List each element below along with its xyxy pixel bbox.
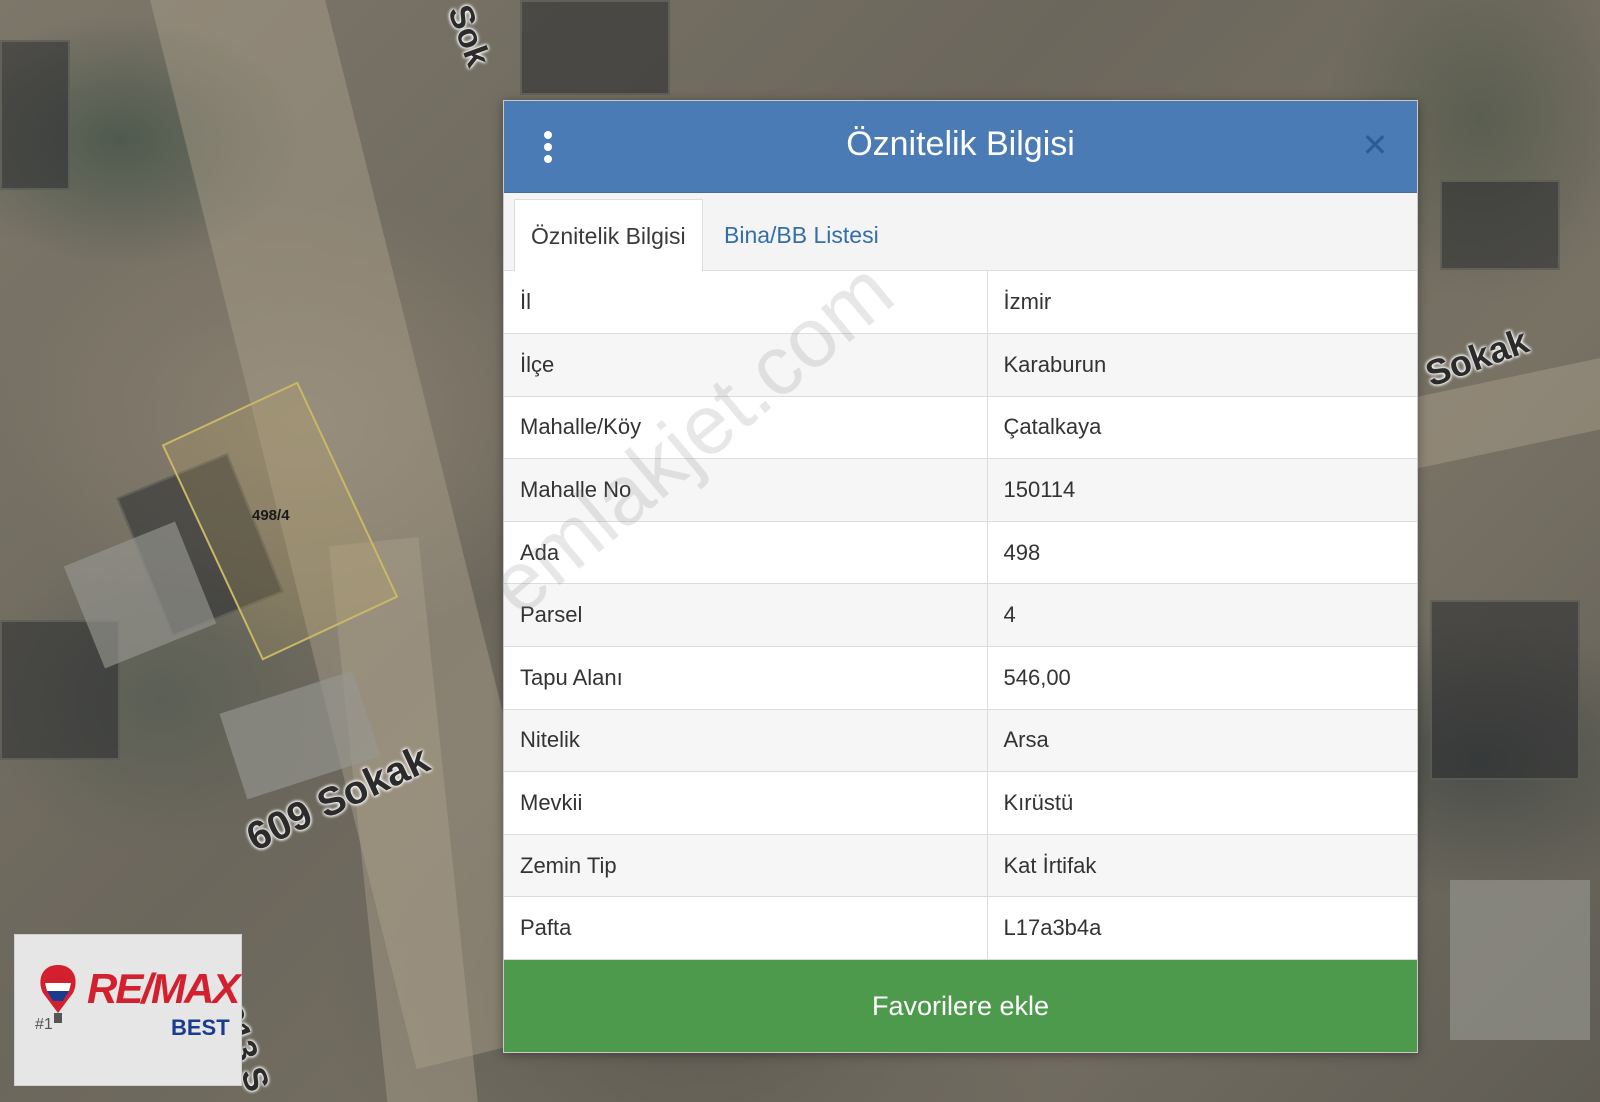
attribute-value: 4	[987, 583, 1417, 648]
attribute-value: Çatalkaya	[987, 396, 1417, 460]
building	[520, 0, 670, 95]
attribute-key: Nitelik	[504, 709, 988, 773]
attribute-value: 498	[987, 521, 1417, 585]
attribute-value: Kırüstü	[987, 771, 1417, 835]
building	[1440, 180, 1560, 270]
balloon-icon: #1	[35, 965, 76, 1031]
table-row: Mahalle No 150114	[504, 458, 1417, 522]
attribute-key: Ada	[504, 521, 988, 585]
dialog-header: Öznitelik Bilgisi ✕	[504, 101, 1417, 193]
building	[0, 40, 70, 190]
parcel-label: 498/4	[252, 507, 290, 524]
table-row: İl İzmir	[504, 271, 1417, 335]
attribute-value: Kat İrtifak	[987, 834, 1417, 898]
attribute-table: İl İzmir İlçe Karaburun Mahalle/Köy Çatalka…	[504, 271, 1417, 961]
building	[1430, 600, 1580, 780]
tab-attribute-info[interactable]: Öznitelik Bilgisi	[514, 199, 703, 272]
attribute-key: Tapu Alanı	[504, 646, 988, 710]
table-row: Zemin Tip Kat İrtifak	[504, 834, 1417, 898]
attribute-key: Parsel	[504, 583, 988, 648]
building	[1450, 880, 1590, 1040]
tab-building-list[interactable]: Bina/BB Listesi	[708, 199, 895, 272]
attribute-key: İl	[504, 271, 988, 335]
attribute-dialog: Öznitelik Bilgisi ✕ Öznitelik Bilgisi Bi…	[503, 100, 1418, 1053]
table-row: İlçe Karaburun	[504, 333, 1417, 397]
table-row: Mevkii Kırüstü	[504, 771, 1417, 835]
attribute-key: Zemin Tip	[504, 834, 988, 898]
tab-bar: Öznitelik Bilgisi Bina/BB Listesi	[504, 193, 1417, 272]
attribute-value: Karaburun	[987, 333, 1417, 397]
svg-text:#1: #1	[35, 1016, 53, 1031]
table-row: Nitelik Arsa	[504, 709, 1417, 773]
attribute-value: 546,00	[987, 646, 1417, 710]
dialog-title: Öznitelik Bilgisi	[846, 125, 1075, 163]
table-row: Mahalle/Köy Çatalkaya	[504, 396, 1417, 460]
attribute-key: İlçe	[504, 333, 988, 397]
table-row: Pafta L17a3b4a	[504, 896, 1417, 961]
street-label: Sok	[440, 0, 498, 72]
table-row: Ada 498	[504, 521, 1417, 585]
attribute-key: Mevkii	[504, 771, 988, 835]
attribute-value: 150114	[987, 458, 1417, 522]
logo-brand: RE/MAX	[87, 965, 240, 1012]
attribute-value: Arsa	[987, 709, 1417, 773]
attribute-value: İzmir	[987, 271, 1417, 335]
table-row: Tapu Alanı 546,00	[504, 646, 1417, 710]
logo-subtitle: BEST	[171, 1015, 230, 1040]
table-row: Parsel 4	[504, 583, 1417, 648]
attribute-key: Mahalle/Köy	[504, 396, 988, 460]
remax-logo: #1 RE/MAX BEST	[14, 934, 242, 1086]
close-icon[interactable]: ✕	[1359, 129, 1391, 161]
attribute-key: Pafta	[504, 896, 988, 961]
attribute-value: L17a3b4a	[987, 896, 1417, 961]
add-to-favorites-button[interactable]: Favorilere ekle	[504, 960, 1417, 1052]
attribute-key: Mahalle No	[504, 458, 988, 522]
